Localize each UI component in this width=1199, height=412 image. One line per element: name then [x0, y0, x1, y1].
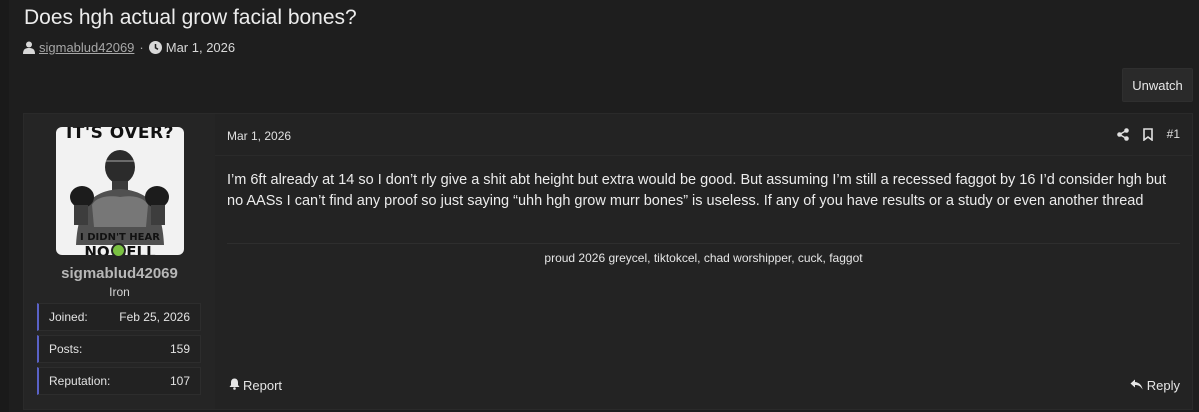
stat-joined: Joined: Feb 25, 2026	[37, 303, 201, 331]
bell-icon	[229, 378, 240, 393]
stat-label: Reputation:	[49, 374, 111, 388]
reply-arrow-icon	[1130, 378, 1143, 393]
reply-button[interactable]: Reply	[1130, 378, 1180, 393]
share-icon[interactable]	[1116, 127, 1129, 141]
post-number-link[interactable]: #1	[1167, 127, 1180, 141]
post-header-divider	[215, 155, 1192, 156]
signature-divider	[227, 243, 1180, 244]
post-container: IT'S OVER? I DIDN'T HEAR NO BELL sigmabl…	[23, 113, 1193, 410]
post-user-column: IT'S OVER? I DIDN'T HEAR NO BELL sigmabl…	[24, 114, 215, 409]
stat-label: Posts:	[49, 342, 83, 356]
avatar-caption-top: IT'S OVER?	[65, 127, 174, 143]
unwatch-button[interactable]: Unwatch	[1122, 68, 1193, 102]
avatar-caption-bottom: I DIDN'T HEAR	[80, 232, 160, 243]
stat-reputation: Reputation: 107	[37, 367, 201, 395]
online-status-indicator	[111, 243, 126, 258]
post-main-column: Mar 1, 2026 #1 I’m 6ft already at 14 so …	[215, 114, 1192, 409]
post-date-link[interactable]: Mar 1, 2026	[227, 129, 291, 143]
clock-icon	[148, 41, 162, 54]
bookmark-icon[interactable]	[1142, 127, 1153, 141]
thread-author-link[interactable]: sigmablud42069	[39, 40, 134, 55]
stat-value: Feb 25, 2026	[119, 310, 190, 324]
left-edge-strip	[0, 0, 9, 412]
report-label: Report	[243, 378, 283, 393]
stat-value: 107	[169, 374, 190, 388]
user-icon	[23, 41, 35, 54]
report-button[interactable]: Report	[229, 378, 282, 393]
stat-value: 159	[169, 342, 190, 356]
post-username[interactable]: sigmablud42069	[24, 265, 215, 282]
post-body: I’m 6ft already at 14 so I don’t rly giv…	[227, 172, 1167, 209]
stat-posts: Posts: 159	[37, 335, 201, 363]
thread-date-link[interactable]: Mar 1, 2026	[166, 40, 235, 55]
avatar[interactable]: IT'S OVER? I DIDN'T HEAR NO BELL	[56, 127, 184, 255]
reply-label: Reply	[1146, 378, 1180, 393]
stat-label: Joined:	[49, 310, 88, 324]
post-actions: #1	[1116, 127, 1180, 141]
thread-meta: sigmablud42069 · Mar 1, 2026	[23, 40, 235, 55]
meta-separator: ·	[139, 40, 144, 55]
thread-title: Does hgh actual grow facial bones?	[24, 6, 357, 29]
user-rank: Iron	[109, 285, 130, 299]
post-signature: proud 2026 greycel, tiktokcel, chad wors…	[544, 251, 863, 265]
